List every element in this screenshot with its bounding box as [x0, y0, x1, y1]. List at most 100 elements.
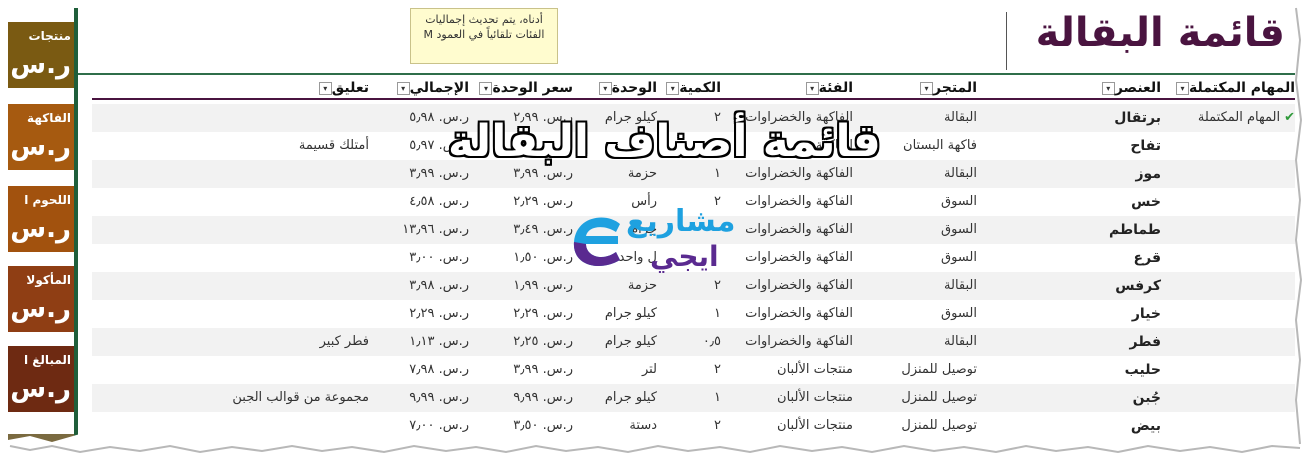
cell-comment[interactable]: مجموعة من قوالب الجبن — [119, 384, 369, 412]
category-tile[interactable]: منتجات ر.س. — [8, 22, 74, 88]
cell-comment[interactable]: فطر كبير — [119, 328, 369, 356]
cell-store[interactable]: توصيل للمنزل — [857, 384, 977, 412]
cell-comment[interactable] — [119, 356, 369, 384]
cell-price[interactable]: ر.س. ٣٫٥٠ — [473, 412, 573, 440]
cell-item[interactable]: حليب — [981, 356, 1161, 384]
category-tile[interactable]: اللحوم ا ر.س. — [8, 186, 74, 252]
filter-dropdown-icon[interactable]: ▾ — [920, 81, 934, 95]
cell-qty[interactable]: ٢ — [661, 356, 721, 384]
cell-total[interactable]: ر.س. ٣٫٩٨ — [373, 272, 469, 300]
cell-total[interactable]: ر.س. ٤٫٥٨ — [373, 188, 469, 216]
cell-done[interactable] — [1165, 132, 1295, 160]
header-total[interactable]: الإجمالي▾ — [373, 80, 469, 100]
cell-store[interactable]: السوق — [857, 300, 977, 328]
category-tile[interactable]: الفاكهة ر.س. — [8, 104, 74, 170]
cell-item[interactable]: قرع — [981, 244, 1161, 272]
cell-category[interactable]: منتجات الألبان — [725, 356, 853, 384]
cell-unit[interactable]: كيلو جرام — [577, 300, 657, 328]
cell-price[interactable]: ر.س. ٣٫٤٩ — [473, 216, 573, 244]
cell-done[interactable] — [1165, 216, 1295, 244]
cell-done[interactable] — [1165, 300, 1295, 328]
header-comment[interactable]: تعليق▾ — [92, 80, 369, 100]
cell-done[interactable] — [1165, 328, 1295, 356]
cell-comment[interactable] — [119, 244, 369, 272]
header-store[interactable]: المتجر▾ — [857, 80, 977, 100]
cell-done[interactable] — [1165, 272, 1295, 300]
table-row[interactable]: خيار السوق الفاكهة والخضراوات ١ كيلو جرام ر.س… — [92, 300, 1295, 328]
filter-dropdown-icon[interactable]: ▾ — [318, 81, 332, 95]
cell-total[interactable]: ر.س. ٢٫٢٩ — [373, 300, 469, 328]
cell-price[interactable]: ر.س. ٣٫٩٩ — [473, 356, 573, 384]
cell-category[interactable]: منتجات الألبان — [725, 384, 853, 412]
cell-total[interactable]: ر.س. ١٣٫٩٦ — [373, 216, 469, 244]
cell-total[interactable]: ر.س. ٩٫٩٩ — [373, 384, 469, 412]
cell-item[interactable]: طماطم — [981, 216, 1161, 244]
cell-done[interactable] — [1165, 412, 1295, 440]
table-row[interactable]: جُبن توصيل للمنزل منتجات الألبان ١ كيلو جرام… — [92, 384, 1295, 412]
cell-unit[interactable]: دستة — [577, 412, 657, 440]
category-tile[interactable]: المأكولا ر.س. — [8, 266, 74, 332]
cell-qty[interactable]: ١ — [661, 384, 721, 412]
cell-item[interactable]: موز — [981, 160, 1161, 188]
cell-total[interactable]: ر.س. ١٫١٣ — [373, 328, 469, 356]
cell-item[interactable]: خيار — [981, 300, 1161, 328]
cell-store[interactable]: السوق — [857, 244, 977, 272]
cell-comment[interactable] — [119, 300, 369, 328]
header-category[interactable]: الفئة▾ — [725, 80, 853, 100]
cell-comment[interactable] — [119, 160, 369, 188]
header-item[interactable]: العنصر▾ — [981, 80, 1161, 100]
cell-comment[interactable] — [119, 412, 369, 440]
cell-qty[interactable]: ٠٫٥ — [661, 328, 721, 356]
cell-price[interactable]: ر.س. ٢٫٢٩ — [473, 188, 573, 216]
header-qty[interactable]: الكمية▾ — [661, 80, 721, 100]
cell-comment[interactable] — [119, 188, 369, 216]
cell-item[interactable]: برتقال — [981, 104, 1161, 132]
cell-comment[interactable]: أمتلك قسيمة — [119, 132, 369, 160]
cell-qty[interactable]: ١ — [661, 300, 721, 328]
cell-total[interactable]: ر.س. ٧٫٠٠ — [373, 412, 469, 440]
filter-dropdown-icon[interactable]: ▾ — [1101, 81, 1115, 95]
cell-done[interactable] — [1165, 160, 1295, 188]
cell-total[interactable]: ر.س. ٣٫٠٠ — [373, 244, 469, 272]
cell-done[interactable] — [1165, 188, 1295, 216]
cell-category[interactable]: منتجات الألبان — [725, 412, 853, 440]
cell-store[interactable]: البقالة — [857, 328, 977, 356]
cell-store[interactable]: السوق — [857, 216, 977, 244]
cell-item[interactable]: خس — [981, 188, 1161, 216]
cell-done[interactable] — [1165, 244, 1295, 272]
cell-store[interactable]: توصيل للمنزل — [857, 356, 977, 384]
table-row[interactable]: حليب توصيل للمنزل منتجات الألبان ٢ لتر ر.س. ٣… — [92, 356, 1295, 384]
cell-unit[interactable]: لتر — [577, 356, 657, 384]
cell-category[interactable]: الفاكهة والخضراوات — [725, 328, 853, 356]
cell-store[interactable]: السوق — [857, 188, 977, 216]
cell-price[interactable]: ر.س. ٢٫٢٩ — [473, 300, 573, 328]
cell-done[interactable]: ✔المهام المكتملة — [1165, 104, 1295, 132]
filter-dropdown-icon[interactable]: ▾ — [479, 81, 493, 95]
category-tile[interactable]: المبالغ ا ر.س. — [8, 346, 74, 412]
cell-store[interactable]: البقالة — [857, 272, 977, 300]
filter-dropdown-icon[interactable]: ▾ — [598, 81, 612, 95]
cell-item[interactable]: فطر — [981, 328, 1161, 356]
table-row[interactable]: فطر البقالة الفاكهة والخضراوات ٠٫٥ كيلو جرام… — [92, 328, 1295, 356]
header-done[interactable]: المهام المكتملة▾ — [1165, 80, 1295, 100]
cell-item[interactable]: جُبن — [981, 384, 1161, 412]
cell-comment[interactable] — [119, 272, 369, 300]
cell-store[interactable]: توصيل للمنزل — [857, 412, 977, 440]
cell-price[interactable]: ر.س. ١٫٥٠ — [473, 244, 573, 272]
cell-qty[interactable]: ٢ — [661, 412, 721, 440]
filter-dropdown-icon[interactable]: ▾ — [396, 81, 410, 95]
cell-unit[interactable]: كيلو جرام — [577, 384, 657, 412]
cell-comment[interactable] — [119, 104, 369, 132]
cell-price[interactable]: ر.س. ٢٫٢٥ — [473, 328, 573, 356]
cell-price[interactable]: ر.س. ١٫٩٩ — [473, 272, 573, 300]
table-row[interactable]: بيض توصيل للمنزل منتجات الألبان ٢ دستة ر.س. ٣… — [92, 412, 1295, 440]
cell-unit[interactable]: كيلو جرام — [577, 328, 657, 356]
cell-done[interactable] — [1165, 356, 1295, 384]
cell-item[interactable]: بيض — [981, 412, 1161, 440]
cell-done[interactable] — [1165, 384, 1295, 412]
cell-item[interactable]: تفاح — [981, 132, 1161, 160]
header-price[interactable]: سعر الوحدة▾ — [473, 80, 573, 100]
cell-item[interactable]: كرفس — [981, 272, 1161, 300]
cell-price[interactable]: ر.س. ٩٫٩٩ — [473, 384, 573, 412]
filter-dropdown-icon[interactable]: ▾ — [805, 81, 819, 95]
